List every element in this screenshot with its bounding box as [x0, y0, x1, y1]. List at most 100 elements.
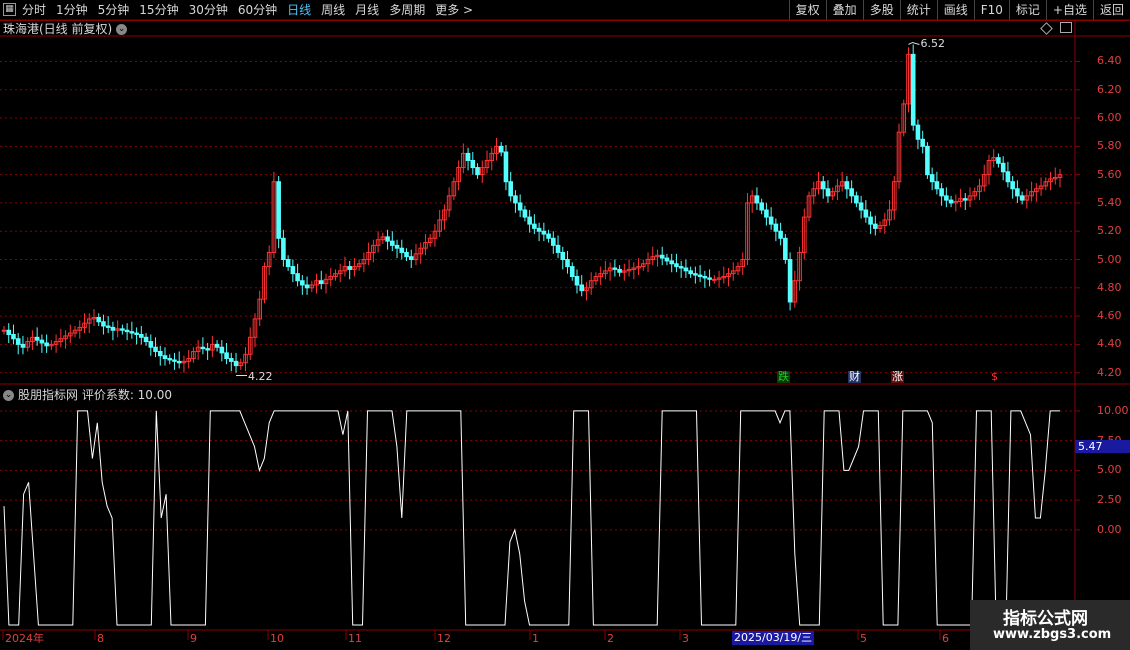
chevron-down-icon[interactable]: ⌄ — [3, 389, 14, 401]
candle-body — [281, 237, 286, 261]
candle-body — [920, 138, 925, 147]
date-tick-label: 3 — [682, 632, 689, 645]
candle-body — [849, 188, 854, 197]
candle-body — [300, 280, 305, 286]
date-tick-label: 10 — [270, 632, 284, 645]
candle-body — [276, 181, 281, 239]
event-marker[interactable]: 财 — [848, 371, 861, 383]
candle-body — [96, 317, 102, 323]
candle-body — [285, 259, 291, 268]
candle-body — [167, 358, 173, 361]
candle-body — [124, 329, 130, 333]
candle-body — [304, 284, 310, 289]
candle-body — [683, 267, 689, 272]
date-tick-label: 8 — [97, 632, 104, 645]
candle-body — [702, 275, 708, 279]
candle-body — [148, 341, 154, 348]
price-tick-label: 5.00 — [1097, 252, 1122, 266]
candle-body — [1010, 181, 1015, 190]
candle-body — [910, 53, 916, 126]
price-tick-label: 4.60 — [1097, 309, 1122, 323]
candle-body — [844, 181, 850, 190]
candle-body — [120, 328, 125, 331]
candle-body — [773, 223, 779, 232]
date-tick-label: 5 — [860, 632, 867, 645]
current-value-badge: 5.47 — [1075, 440, 1130, 453]
price-tick-label: 6.00 — [1097, 111, 1122, 125]
date-tick-label: 2024年 — [5, 632, 44, 645]
candle-body — [674, 263, 679, 268]
date-tick-label: 12 — [437, 632, 451, 645]
candle-body — [697, 274, 703, 277]
candle-body — [503, 151, 509, 183]
date-tick-label: 6 — [942, 632, 949, 645]
candle-body — [579, 284, 585, 292]
indicator-title: ⌄ 股朋指标网 评价系数: 10.00 — [3, 387, 172, 403]
candle-body — [678, 266, 684, 269]
candle-body — [1015, 188, 1020, 197]
candle-body — [44, 342, 49, 347]
candle-body — [555, 244, 561, 253]
candle-body — [200, 346, 206, 350]
candle-body — [768, 216, 774, 225]
candle-body — [565, 259, 570, 268]
candle-body — [6, 329, 12, 335]
candle-body — [820, 181, 826, 190]
candle-body — [465, 152, 471, 161]
event-marker[interactable]: 涨 — [891, 371, 904, 383]
candle-body — [205, 348, 210, 351]
candle-body — [172, 359, 177, 362]
price-tick-label: 4.20 — [1097, 365, 1122, 379]
indicator-tick-label: 5.00 — [1097, 463, 1122, 477]
candle-body — [508, 181, 513, 197]
event-marker[interactable]: $ — [990, 371, 999, 383]
candle-body — [390, 240, 395, 246]
date-tick-label: 2 — [607, 632, 614, 645]
candle-body — [934, 181, 940, 190]
candle-body — [295, 273, 300, 282]
candle-body — [939, 188, 944, 197]
candle-body — [527, 216, 532, 225]
candle-body — [475, 167, 480, 176]
candle-body — [498, 145, 504, 153]
candle-body — [764, 209, 769, 218]
price-tick-label: 5.60 — [1097, 167, 1122, 181]
candle-body — [153, 346, 158, 352]
date-tick-label: 1 — [532, 632, 539, 645]
candle-body — [925, 145, 930, 176]
date-tick-label: 11 — [348, 632, 362, 645]
candle-body — [854, 195, 859, 204]
candle-body — [617, 268, 622, 273]
candle-body — [157, 350, 163, 357]
candle-body — [915, 124, 921, 140]
watermark-url: www.zbgs3.com — [993, 627, 1112, 642]
kline-chart — [0, 19, 1130, 640]
candle-body — [873, 223, 878, 229]
candle-body — [470, 159, 476, 169]
candle-body — [759, 202, 764, 211]
candle-body — [1000, 162, 1006, 173]
candle-body — [318, 280, 324, 285]
candle-body — [787, 259, 793, 303]
candle-body — [385, 236, 390, 242]
candle-body — [176, 360, 182, 364]
candle-body — [517, 202, 523, 211]
watermark-title: 指标公式网 — [1003, 609, 1088, 629]
candle-body — [347, 266, 352, 270]
candle-body — [1, 329, 7, 332]
candle-body — [134, 332, 139, 335]
candle-body — [783, 237, 788, 261]
candle-body — [20, 343, 26, 348]
candle-body — [778, 230, 783, 239]
candle-body — [139, 333, 144, 338]
event-marker[interactable]: 跌 — [777, 371, 790, 383]
candle-body — [693, 273, 698, 276]
candle-body — [574, 275, 580, 286]
candle-body — [560, 251, 566, 261]
candle-body — [34, 336, 40, 341]
candle-body — [707, 277, 712, 280]
candle-body — [143, 336, 149, 343]
candle-body — [110, 326, 116, 331]
candle-body — [11, 333, 16, 340]
candle-body — [224, 352, 229, 360]
